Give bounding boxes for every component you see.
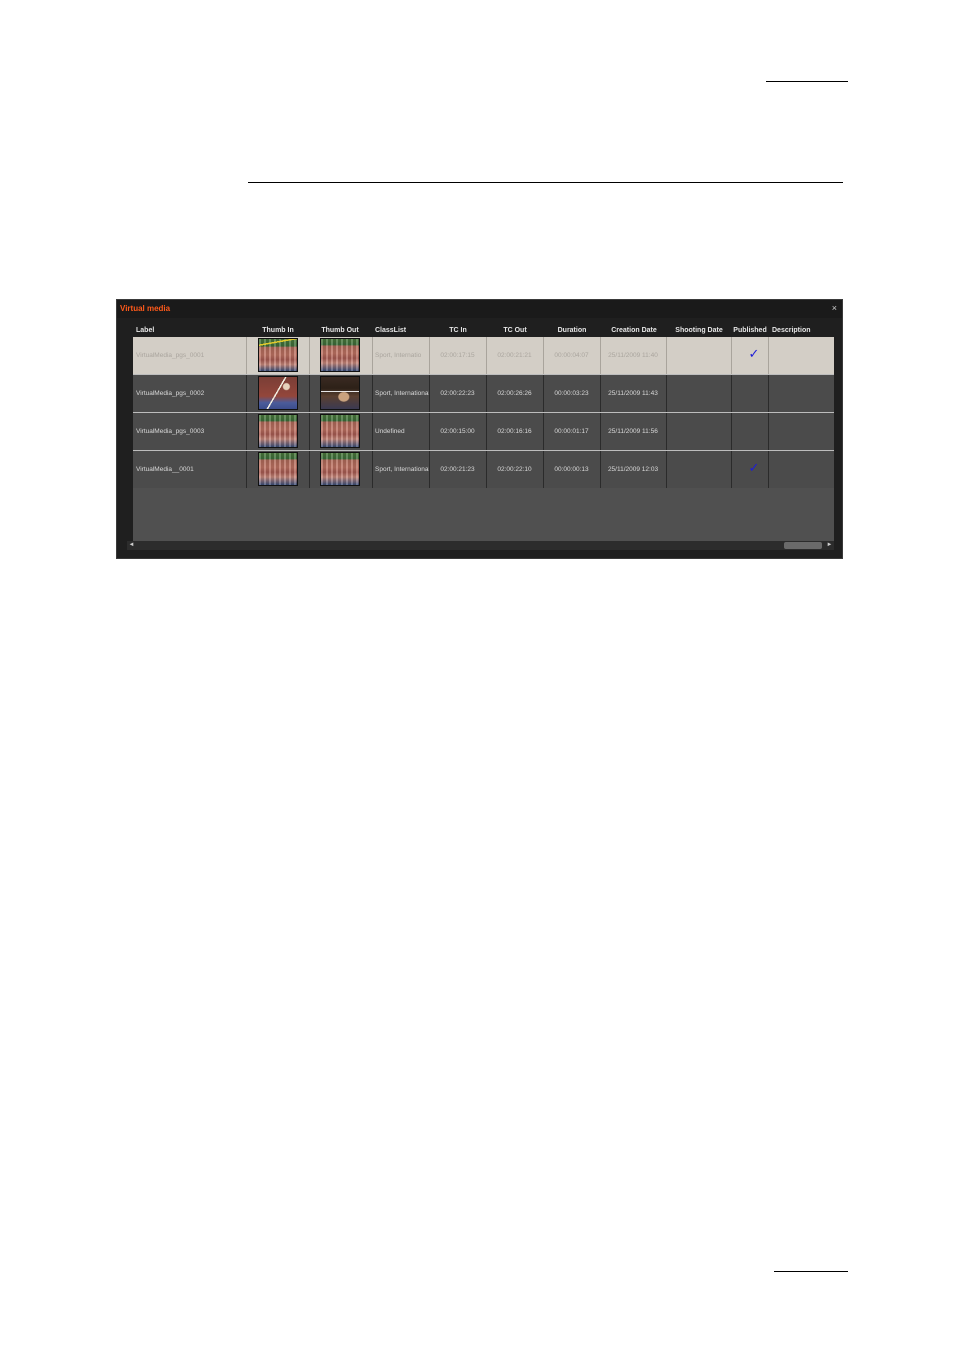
cell-classlist: Sport, Internatio xyxy=(375,352,422,359)
grid-empty-area xyxy=(133,488,834,542)
thumb-out-image[interactable] xyxy=(320,452,360,486)
cell-creation-date: 25/11/2009 12:03 xyxy=(607,466,659,473)
thumb-in-image[interactable] xyxy=(258,376,298,410)
table-row[interactable]: VirtualMedia_pgs_0002 Sport, Internation… xyxy=(133,375,834,413)
cell-tc-in: 02:00:22:23 xyxy=(440,390,475,397)
column-header-tc-in[interactable]: TC In xyxy=(449,327,467,334)
cell-classlist: Undefined xyxy=(375,428,405,435)
cell-classlist: Sport, International xyxy=(375,390,429,397)
table-row[interactable]: VirtualMedia_pgs_0003 Undefined 02:00:15… xyxy=(133,413,834,451)
column-divider xyxy=(309,375,310,412)
column-divider xyxy=(246,413,247,450)
cell-duration: 00:00:00:13 xyxy=(554,466,589,473)
column-divider xyxy=(372,337,373,374)
footer-rule-right xyxy=(774,1271,848,1272)
cell-tc-out: 02:00:21:21 xyxy=(497,352,532,359)
cell-creation-date: 25/11/2009 11:40 xyxy=(608,352,658,359)
header-rule-right xyxy=(766,81,848,82)
column-divider xyxy=(309,337,310,374)
window-titlebar[interactable]: Virtual media × xyxy=(117,300,842,318)
column-header-label[interactable]: Label xyxy=(136,327,154,334)
table-row[interactable]: VirtualMedia_pgs_0001 Sport, Internatio … xyxy=(133,337,834,375)
cell-label: VirtualMedia_pgs_0003 xyxy=(136,428,205,435)
column-header-shooting-date[interactable]: Shooting Date xyxy=(675,327,722,334)
cell-label: VirtualMedia_pgs_0002 xyxy=(136,390,205,397)
close-icon[interactable]: × xyxy=(832,303,837,313)
column-divider xyxy=(731,337,732,374)
cell-duration: 00:00:01:17 xyxy=(554,428,589,435)
column-divider xyxy=(372,375,373,412)
column-header-classlist[interactable]: ClassList xyxy=(375,327,406,334)
column-divider xyxy=(666,337,667,374)
cell-tc-in: 02:00:15:00 xyxy=(440,428,475,435)
thumb-in-image[interactable] xyxy=(258,338,298,372)
window-title: Virtual media xyxy=(120,304,171,313)
scroll-right-arrow-icon[interactable]: ► xyxy=(825,541,834,550)
column-divider xyxy=(731,413,732,450)
cell-creation-date: 25/11/2009 11:43 xyxy=(608,390,658,397)
table-row[interactable]: VirtualMedia__0001 Sport, International … xyxy=(133,451,834,489)
scrollbar-thumb[interactable] xyxy=(784,542,822,549)
published-check-icon[interactable]: ✓ xyxy=(736,346,772,362)
thumb-out-image[interactable] xyxy=(320,376,360,410)
virtual-media-window: Virtual media × Label Thumb In Thumb Out… xyxy=(116,299,843,559)
published-check-icon[interactable]: ✓ xyxy=(736,460,772,476)
column-header-thumb-in[interactable]: Thumb In xyxy=(262,327,294,334)
column-divider xyxy=(666,451,667,488)
section-rule xyxy=(248,182,843,183)
column-divider xyxy=(731,375,732,412)
column-divider xyxy=(768,375,769,412)
column-header-creation-date[interactable]: Creation Date xyxy=(611,327,657,334)
column-divider xyxy=(309,451,310,488)
grid-header: Label Thumb In Thumb Out ClassList TC In… xyxy=(133,324,834,337)
column-divider xyxy=(666,413,667,450)
column-divider xyxy=(372,413,373,450)
column-divider xyxy=(731,451,732,488)
column-header-duration[interactable]: Duration xyxy=(558,327,587,334)
column-divider xyxy=(768,413,769,450)
cell-label: VirtualMedia__0001 xyxy=(136,466,194,473)
cell-tc-in: 02:00:17:15 xyxy=(440,352,475,359)
thumb-in-image[interactable] xyxy=(258,414,298,448)
column-divider xyxy=(309,413,310,450)
thumb-out-image[interactable] xyxy=(320,414,360,448)
cell-label: VirtualMedia_pgs_0001 xyxy=(136,352,205,359)
cell-tc-out: 02:00:26:26 xyxy=(497,390,532,397)
cell-tc-in: 02:00:21:23 xyxy=(440,466,475,473)
scroll-left-arrow-icon[interactable]: ◄ xyxy=(127,541,136,550)
column-header-thumb-out[interactable]: Thumb Out xyxy=(321,327,358,334)
thumb-out-image[interactable] xyxy=(320,338,360,372)
cell-duration: 00:00:03:23 xyxy=(554,390,589,397)
column-header-published[interactable]: Published xyxy=(733,327,766,334)
column-divider xyxy=(246,337,247,374)
cell-classlist: Sport, International xyxy=(375,466,429,473)
column-divider xyxy=(246,375,247,412)
column-divider xyxy=(372,451,373,488)
column-divider xyxy=(246,451,247,488)
thumb-in-image[interactable] xyxy=(258,452,298,486)
column-header-tc-out[interactable]: TC Out xyxy=(503,327,526,334)
column-header-description[interactable]: Description xyxy=(772,327,811,334)
virtual-media-grid: Label Thumb In Thumb Out ClassList TC In… xyxy=(133,324,834,542)
cell-tc-out: 02:00:16:16 xyxy=(497,428,532,435)
cell-creation-date: 25/11/2009 11:56 xyxy=(608,428,658,435)
horizontal-scrollbar[interactable]: ◄ ► xyxy=(127,541,834,550)
cell-tc-out: 02:00:22:10 xyxy=(497,466,532,473)
column-divider xyxy=(666,375,667,412)
cell-duration: 00:00:04:07 xyxy=(554,352,589,359)
